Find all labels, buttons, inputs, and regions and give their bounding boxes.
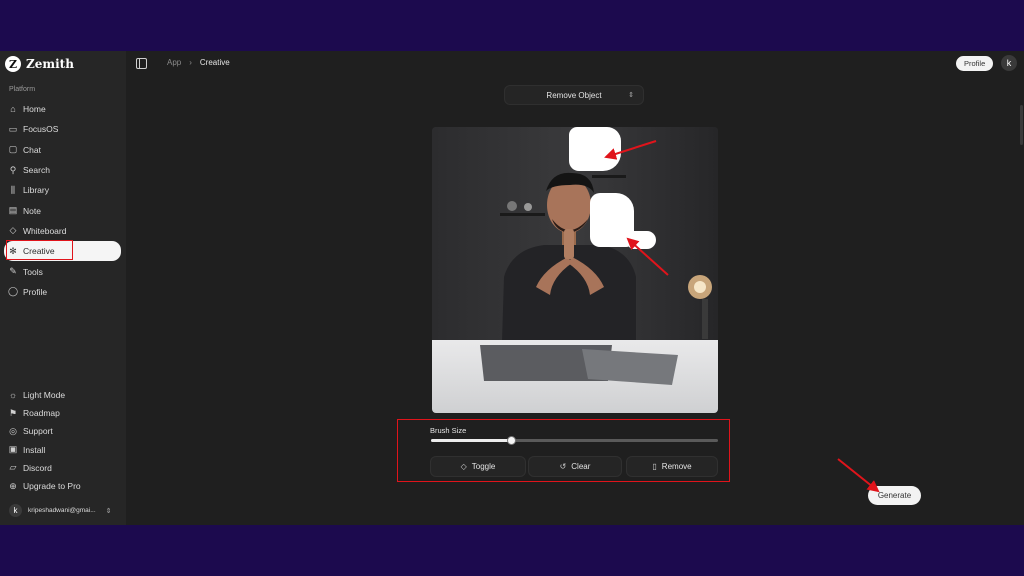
sidebar-item-label: Chat (23, 144, 41, 155)
sun-icon: ☼ (8, 390, 18, 401)
avatar: k (9, 504, 22, 517)
sidebar-item-label: Install (23, 444, 46, 455)
chevron-right-icon: › (189, 58, 192, 67)
home-icon: ⌂ (10, 104, 16, 115)
sidebar-item-whiteboard[interactable]: ◇ Whiteboard (0, 221, 126, 241)
user-email: kripeshadwani@gmai... (28, 507, 96, 514)
remove-button-label: Remove (661, 462, 692, 471)
clear-button[interactable]: ↺ Clear (528, 456, 622, 477)
breadcrumb-app[interactable]: App (167, 58, 181, 67)
sidebar-item-label: Profile (23, 286, 48, 297)
discord-icon: ▱ (9, 462, 17, 473)
sidebar-item-tools[interactable]: ✎ Tools (0, 261, 126, 281)
app-logo[interactable]: Z Zemith (5, 56, 74, 72)
sidebar-toggle-icon[interactable] (136, 58, 147, 69)
chat-icon: ▢ (8, 144, 18, 155)
mask-stroke (569, 127, 621, 171)
app-name: Zemith (26, 57, 74, 71)
sidebar-item-label: Library (23, 185, 49, 196)
sidebar-section-label: Platform (9, 86, 36, 93)
mode-select-value: Remove Object (546, 90, 602, 100)
sidebar-item-focusos[interactable]: ▭ FocusOS (0, 119, 126, 139)
sidebar-item-label: Discord (23, 462, 52, 473)
slider-fill (431, 439, 512, 442)
sidebar-item-support[interactable]: ◎ Support (0, 422, 126, 440)
sidebar-item-label: Note (23, 205, 41, 216)
sidebar-item-creative[interactable]: ✻ Creative (4, 241, 121, 262)
profile-button[interactable]: Profile (956, 56, 994, 71)
toggle-button[interactable]: ◇ Toggle (430, 456, 526, 477)
sidebar-item-label: Tools (23, 266, 43, 277)
sidebar-item-label: Upgrade to Pro (23, 481, 81, 492)
sidebar-item-label: Creative (23, 246, 55, 257)
sidebar-item-profile[interactable]: ◯ Profile (0, 282, 126, 302)
whiteboard-icon: ◇ (9, 225, 17, 236)
generate-button[interactable]: Generate (868, 486, 921, 505)
user-account-menu[interactable]: k kripeshadwani@gmai... ⇕ (9, 504, 112, 517)
undo-icon: ↺ (559, 462, 567, 471)
avatar[interactable]: k (1001, 55, 1017, 71)
upgrade-icon: ⊕ (9, 480, 17, 491)
focus-icon: ▭ (8, 123, 18, 134)
chevron-updown-icon: ⇕ (105, 507, 112, 515)
image-canvas[interactable] (432, 127, 718, 413)
sidebar-item-light-mode[interactable]: ☼ Light Mode (0, 386, 126, 404)
remove-button[interactable]: ▯ Remove (626, 456, 718, 477)
breadcrumb-current: Creative (199, 58, 230, 67)
sidebar-item-label: Light Mode (23, 390, 66, 401)
app-window: Z Zemith Platform ⌂ Home ▭ FocusOS ▢ Cha… (0, 51, 1024, 525)
sidebar-item-label: Whiteboard (23, 225, 67, 236)
install-icon: ▣ (8, 444, 18, 455)
brush-size-label: Brush Size (430, 426, 467, 435)
sidebar-item-note[interactable]: ▤ Note (0, 200, 126, 220)
library-icon: ⫼ (10, 184, 16, 195)
scrollbar[interactable] (1020, 105, 1023, 145)
sidebar: Z Zemith Platform ⌂ Home ▭ FocusOS ▢ Cha… (0, 51, 126, 525)
sidebar-item-label: Roadmap (23, 408, 60, 419)
chevron-updown-icon: ⇕ (628, 92, 634, 99)
clear-button-label: Clear (571, 462, 591, 471)
breadcrumb: App › Creative (167, 58, 230, 67)
note-icon: ▤ (8, 205, 18, 216)
sidebar-item-chat[interactable]: ▢ Chat (0, 140, 126, 160)
sidebar-item-roadmap[interactable]: ⚑ Roadmap (0, 404, 126, 422)
wrench-icon: ✎ (9, 266, 17, 277)
search-icon: ⚲ (9, 164, 17, 175)
sidebar-item-search[interactable]: ⚲ Search (0, 160, 126, 180)
sidebar-item-home[interactable]: ⌂ Home (0, 99, 126, 119)
sidebar-item-discord[interactable]: ▱ Discord (0, 459, 126, 477)
zemith-logo-icon: Z (5, 56, 21, 72)
brush-size-slider[interactable] (431, 436, 718, 445)
top-bar: App › Creative Profile k (126, 51, 1024, 77)
palette-icon: ✻ (9, 245, 17, 256)
toggle-button-label: Toggle (471, 462, 496, 471)
sidebar-nav: ⌂ Home ▭ FocusOS ▢ Chat ⚲ Search ⫼ Libra… (0, 99, 126, 302)
eraser-icon: ◇ (460, 462, 467, 471)
mask-stroke (628, 231, 656, 249)
sidebar-item-label: Home (23, 104, 46, 115)
user-icon: ◯ (7, 286, 19, 297)
support-icon: ◎ (9, 425, 17, 436)
slider-handle[interactable] (506, 436, 516, 445)
roadmap-icon: ⚑ (8, 407, 18, 418)
sidebar-item-label: FocusOS (23, 124, 59, 135)
sidebar-item-label: Search (23, 165, 50, 176)
sidebar-item-label: Support (23, 426, 53, 437)
trash-icon: ▯ (652, 462, 657, 471)
sidebar-item-upgrade[interactable]: ⊕ Upgrade to Pro (0, 477, 126, 495)
sidebar-item-install[interactable]: ▣ Install (0, 441, 126, 459)
sidebar-bottom-nav: ☼ Light Mode ⚑ Roadmap ◎ Support ▣ Insta… (0, 386, 126, 495)
mode-select[interactable]: Remove Object ⇕ (504, 85, 644, 105)
sidebar-item-library[interactable]: ⫼ Library (0, 180, 126, 200)
